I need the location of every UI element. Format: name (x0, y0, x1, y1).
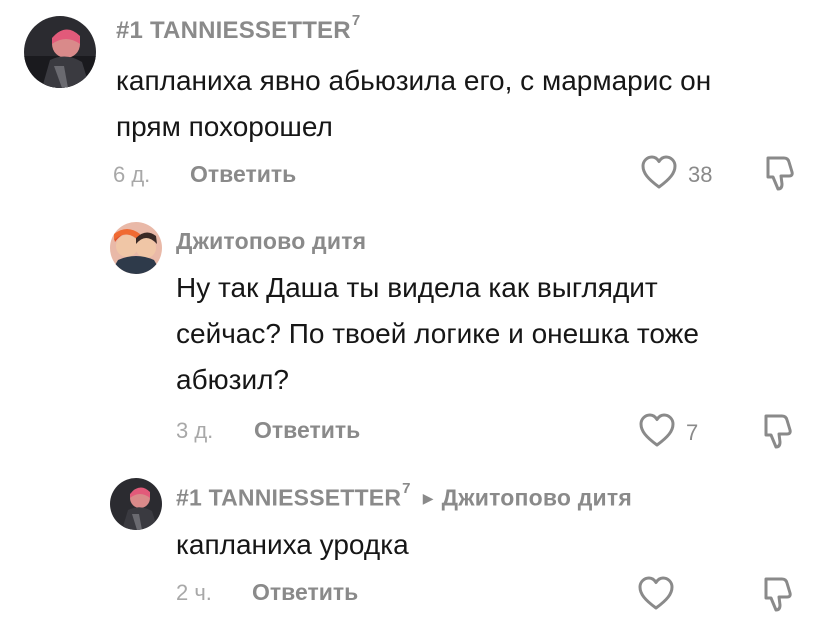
reply-to-author[interactable]: Джитопово дитя (442, 485, 632, 511)
heart-outline-icon[interactable] (637, 575, 675, 616)
comment-author[interactable]: Джитопово дитя (176, 228, 366, 255)
heart-outline-icon[interactable] (638, 412, 676, 453)
reply-button[interactable]: Ответить (190, 161, 296, 188)
author-badge: 7 (351, 12, 361, 29)
heart-outline-icon[interactable] (640, 154, 678, 195)
author-badge: 7 (402, 480, 411, 497)
avatar[interactable] (110, 478, 162, 530)
like-group[interactable] (637, 575, 685, 616)
thumbs-down-icon[interactable] (760, 575, 796, 618)
comment-text: капланиха уродка (176, 529, 409, 560)
like-group[interactable]: 38 (640, 154, 712, 195)
comment-author[interactable]: #1 TANNIESSETTER7 (116, 12, 360, 45)
thumbs-down-icon[interactable] (760, 412, 796, 455)
comment-author[interactable]: #1 TANNIESSETTER7▶ Джитопово дитя (176, 480, 632, 512)
comment-time: 3 д. (176, 418, 214, 443)
like-count: 7 (686, 419, 699, 445)
avatar[interactable] (110, 222, 162, 274)
avatar[interactable] (24, 16, 96, 88)
comment-time: 6 д. (113, 162, 151, 187)
comment-time: 2 ч. (176, 580, 212, 605)
like-group[interactable]: 7 (638, 412, 698, 453)
comment-text: капланиха явно абьюзила его, с мармарис … (116, 65, 712, 142)
reply-button[interactable]: Ответить (254, 417, 360, 444)
like-count: 38 (688, 161, 713, 187)
reply-button[interactable]: Ответить (252, 579, 358, 606)
triangle-right-icon: ▶ (422, 489, 434, 506)
thumbs-down-icon[interactable] (762, 154, 798, 197)
comment-text: Ну так Даша ты видела как выглядит сейча… (176, 272, 699, 395)
